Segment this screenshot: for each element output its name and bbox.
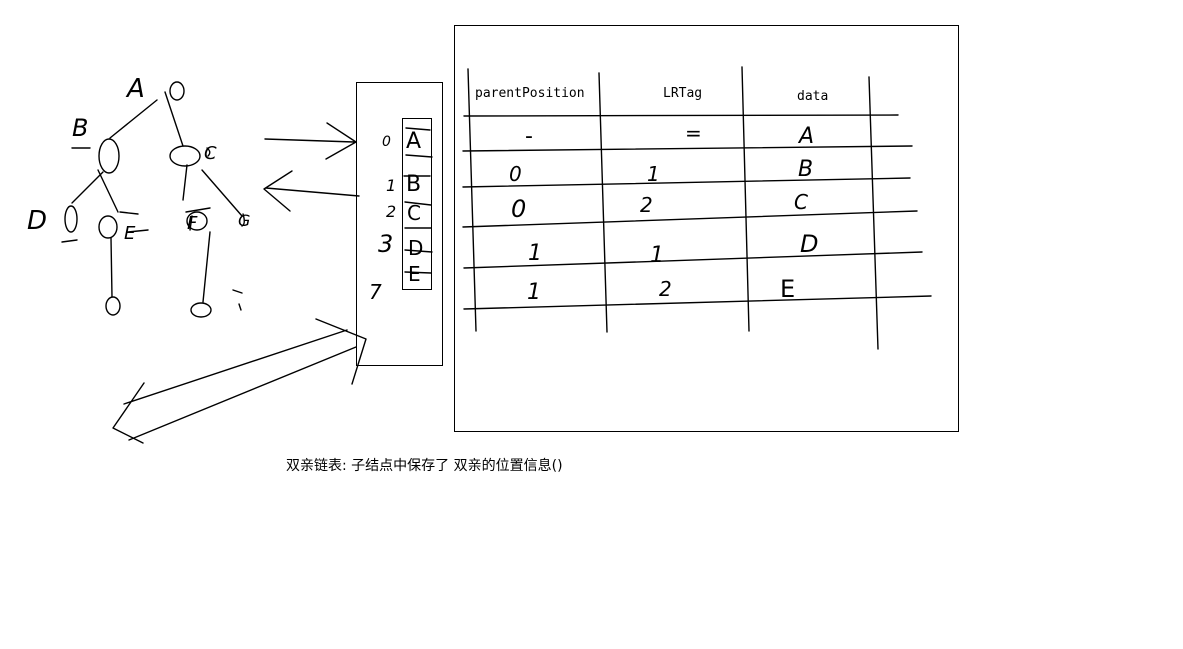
diagram-caption: 双亲链表: 子结点中保存了 双亲的位置信息(): [286, 458, 563, 474]
tree-leaf-left: [105, 296, 121, 316]
table-rule: [463, 114, 899, 117]
array-value-1: B: [406, 172, 421, 197]
array-value-0: A: [406, 129, 421, 154]
table-header-data: data: [797, 89, 828, 104]
table-cell: C: [794, 190, 808, 214]
array-index-extra: 7: [369, 280, 382, 304]
array-value-4: E: [408, 262, 421, 286]
array-index-2: 2: [386, 202, 396, 221]
tree-node-a: [169, 81, 185, 101]
arrow-right: [264, 122, 357, 160]
arrows: [112, 122, 367, 444]
parent-table: parentPosition LRTag data - = A 0 1 B 0 …: [454, 25, 959, 432]
array-index-0: 0: [382, 134, 391, 150]
diagram-canvas: A B C D E F G 0 1 2 3 7 A B C D E parent…: [27, 25, 959, 444]
tree-label-c: C: [204, 143, 217, 164]
table-cell: 1: [528, 241, 542, 266]
table-header-lrtag: LRTag: [663, 86, 702, 101]
tree-edge: [164, 91, 184, 147]
tree-edge: [110, 237, 113, 298]
tree-edge: [109, 99, 158, 139]
table-cell: 2: [659, 277, 672, 301]
table-cell: E: [780, 275, 795, 303]
tree-node-d: [64, 205, 78, 233]
tree-edge: [182, 164, 188, 201]
table-cell: 0: [511, 195, 526, 223]
array-value-2: C: [407, 201, 421, 225]
tree-node-c: [169, 145, 201, 167]
table-cell: 1: [647, 162, 660, 186]
table-rule: [462, 177, 911, 188]
table-cell: 1: [650, 243, 664, 268]
array-index-3: 3: [378, 230, 393, 258]
table-column-rule: [741, 66, 750, 332]
table-cell: 2: [640, 193, 653, 217]
tree-leaf-right: [190, 302, 212, 318]
scribble-mark: [232, 289, 243, 311]
tree-edge: [71, 171, 104, 204]
table-cell: B: [798, 157, 813, 182]
tree-edge: [201, 169, 243, 217]
table-cell: =: [685, 121, 702, 145]
tree-label-d: D: [27, 206, 47, 236]
array-box: 0 1 2 3 7 A B C D E: [356, 82, 443, 366]
tree-edge: [97, 169, 119, 213]
table-column-rule: [598, 72, 608, 333]
table-cell: 1: [527, 280, 541, 305]
tree-node-e: [98, 215, 118, 239]
tree-label-a: A: [125, 74, 145, 104]
table-header-parent-position: parentPosition: [475, 86, 585, 101]
array-outer-box: [356, 82, 443, 366]
scribble-mark: [61, 239, 78, 243]
binary-tree-sketch: A B C D E F G: [27, 74, 250, 318]
arrow-large-down-left: [112, 318, 367, 444]
table-rule: [462, 210, 918, 228]
array-value-3: D: [408, 236, 423, 260]
tree-label-e: E: [124, 223, 136, 244]
table-cell: D: [800, 230, 818, 258]
tree-label-f: F: [187, 213, 198, 234]
table-cell: A: [797, 124, 814, 149]
tree-label-b: B: [72, 114, 88, 142]
tree-node-b: [98, 138, 120, 174]
table-column-rule: [467, 68, 477, 332]
arrow-left: [263, 170, 360, 212]
tree-label-g: G: [238, 211, 250, 230]
table-cell: -: [525, 124, 533, 149]
tree-edge: [202, 231, 211, 303]
table-cell: 0: [509, 162, 522, 186]
array-index-1: 1: [386, 176, 396, 195]
